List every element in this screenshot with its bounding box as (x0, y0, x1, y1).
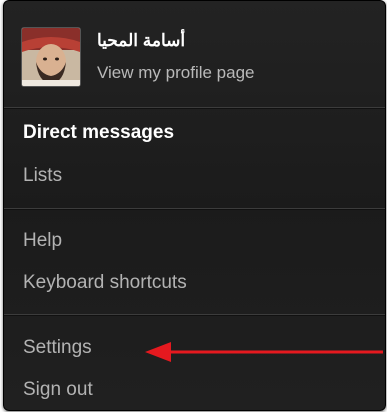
user-avatar (21, 27, 81, 87)
menu-item-direct-messages[interactable]: Direct messages (23, 122, 174, 144)
menu-item-settings[interactable]: Settings (23, 337, 92, 359)
menu-item-keyboard-shortcuts[interactable]: Keyboard shortcuts (23, 272, 187, 294)
menu-item-help[interactable]: Help (23, 230, 62, 252)
profile-name: أسامة المحيا (97, 31, 186, 50)
divider (4, 208, 385, 209)
view-profile-link[interactable]: View my profile page (97, 63, 255, 83)
profile-row[interactable]: أسامة المحيا View my profile page (4, 1, 385, 101)
divider (4, 314, 385, 315)
menu-item-lists[interactable]: Lists (23, 165, 62, 187)
divider (4, 107, 385, 108)
menu-item-sign-out[interactable]: Sign out (23, 379, 93, 401)
avatar-image (22, 28, 80, 86)
annotation-arrow-icon (145, 342, 383, 362)
